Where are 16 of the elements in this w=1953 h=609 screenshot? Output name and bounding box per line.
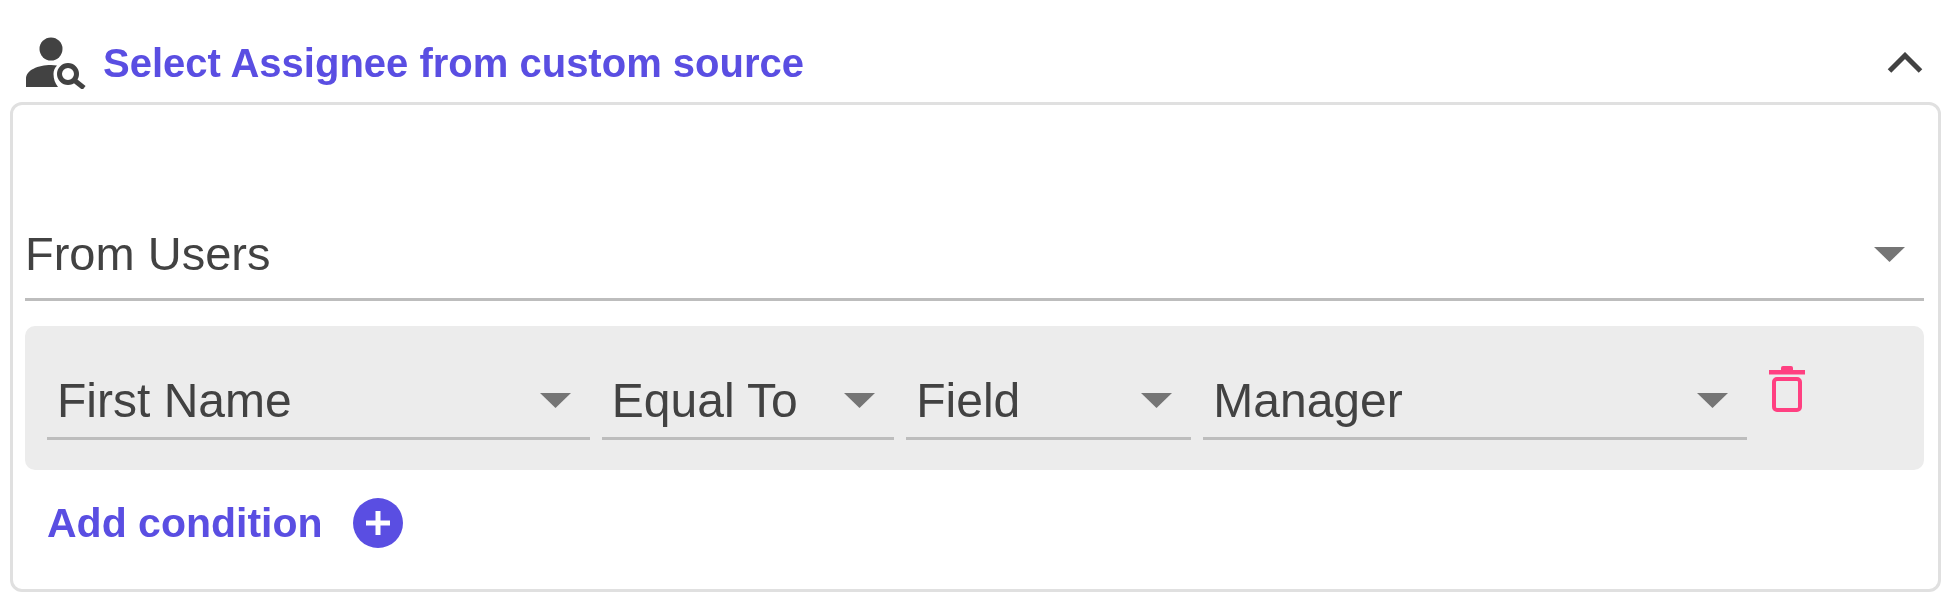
add-condition-link[interactable]: Add condition [47, 499, 323, 547]
source-select[interactable]: From Users [25, 227, 1924, 302]
caret-icon [1141, 393, 1173, 409]
caret-icon [539, 393, 571, 409]
caret-icon [1874, 246, 1905, 262]
condition-select[interactable]: Manager [1203, 373, 1747, 441]
plus-circle-icon[interactable] [352, 498, 403, 549]
caret-icon [844, 393, 876, 409]
section-title: Select Assignee from custom source [103, 40, 805, 86]
chevron-up-icon[interactable] [1887, 52, 1923, 74]
trash-icon[interactable] [1769, 366, 1805, 413]
condition-select[interactable]: Equal To [601, 373, 895, 441]
caret-icon [1697, 393, 1728, 409]
condition-select[interactable]: First Name [47, 373, 590, 441]
person-search-icon [26, 37, 87, 89]
condition-select[interactable]: Field [906, 373, 1192, 441]
